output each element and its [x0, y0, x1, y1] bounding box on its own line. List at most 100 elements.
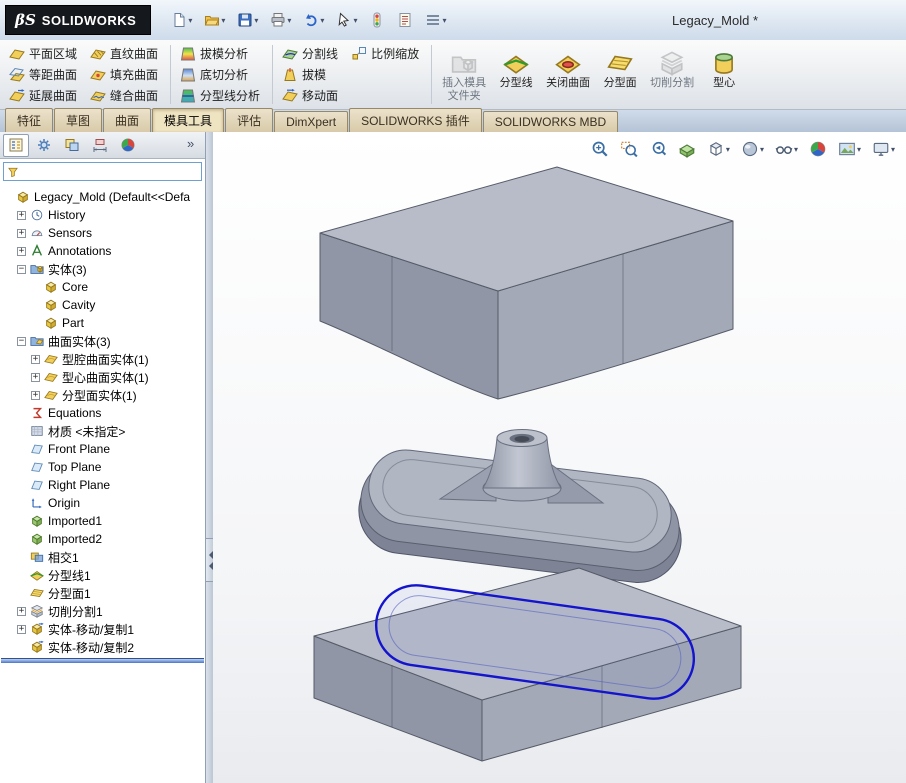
mold-folder-button[interactable]: 插入模具文件夹	[438, 45, 490, 104]
undo-icon	[303, 12, 319, 28]
scale-button[interactable]: 比例缩放	[347, 43, 426, 64]
hide-show-items-button[interactable]: ▾	[772, 138, 801, 160]
extend-surface-button[interactable]: 延展曲面	[5, 85, 84, 106]
tree-item-imported2[interactable]: Imported2	[0, 530, 205, 548]
new-document-button[interactable]: ▾	[167, 9, 196, 31]
plane-icon	[30, 478, 44, 492]
zoom-to-fit-button[interactable]	[588, 138, 612, 160]
tooling-split-icon	[659, 50, 685, 76]
tree-item-part[interactable]: Part	[0, 314, 205, 332]
planar-surface-button[interactable]: 平面区域	[5, 43, 84, 64]
tab-surfaces[interactable]: 曲面	[103, 108, 151, 132]
dimxpertmanager-tab[interactable]	[87, 134, 113, 157]
print-button[interactable]: ▾	[266, 9, 295, 31]
undo-button[interactable]: ▾	[299, 9, 328, 31]
featuremanager-tab[interactable]	[3, 134, 29, 157]
split-line-button[interactable]: 分割线	[278, 43, 345, 64]
expand-toggle[interactable]: +	[31, 391, 40, 400]
view-orientation-button[interactable]: ▾	[704, 138, 733, 160]
expand-toggle[interactable]: −	[17, 265, 26, 274]
tab-solidworks-mbd[interactable]: SOLIDWORKS MBD	[483, 111, 618, 132]
core-button[interactable]: 型心	[698, 45, 750, 104]
tree-item-cavity-surface-body[interactable]: + 型腔曲面实体(1)	[0, 350, 205, 368]
parting-surface-button[interactable]: 分型面	[594, 45, 646, 104]
move-face-button[interactable]: 移动面	[278, 85, 345, 106]
expand-toggle[interactable]: +	[31, 355, 40, 364]
tree-item-parting-surface-body[interactable]: + 分型面实体(1)	[0, 386, 205, 404]
expand-toggle[interactable]: +	[17, 607, 26, 616]
select-button[interactable]: ▾	[332, 9, 361, 31]
expand-toggle[interactable]: +	[17, 229, 26, 238]
molded-part[interactable]	[354, 430, 686, 588]
tree-item-origin[interactable]: Origin	[0, 494, 205, 512]
tree-item-intersect1[interactable]: 相交1	[0, 548, 205, 566]
previous-view-button[interactable]	[646, 138, 670, 160]
apply-scene-button[interactable]: ▾	[835, 138, 864, 160]
tab-dimxpert[interactable]: DimXpert	[274, 111, 348, 132]
tooling-split-button[interactable]: 切削分割	[646, 45, 698, 104]
tree-item-front-plane[interactable]: Front Plane	[0, 440, 205, 458]
zoom-to-area-button[interactable]	[617, 138, 641, 160]
save-button[interactable]: ▾	[233, 9, 262, 31]
view-settings-button[interactable]: ▾	[869, 138, 898, 160]
rebuild-button[interactable]	[365, 9, 389, 31]
tab-solidworks-addins[interactable]: SOLIDWORKS 插件	[349, 108, 482, 132]
titlebar: βS SOLIDWORKS ▾ ▾ ▾ ▾ ▾ ▾ ▾ Legacy_Mold …	[0, 0, 906, 41]
options-button[interactable]: ▾	[421, 9, 450, 31]
tree-item-parting-surface1[interactable]: 分型面1	[0, 584, 205, 602]
tree-item-right-plane[interactable]: Right Plane	[0, 476, 205, 494]
tab-evaluate[interactable]: 评估	[225, 108, 273, 132]
displaymanager-tab[interactable]	[115, 134, 141, 157]
draft-analysis-button[interactable]: 拔模分析	[176, 43, 267, 64]
tree-item-tooling-split1[interactable]: + 切削分割1	[0, 602, 205, 620]
shut-off-surface-button[interactable]: 关闭曲面	[542, 45, 594, 104]
tree-item-solid-bodies[interactable]: − 实体(3)	[0, 260, 205, 278]
undercut-analysis-button[interactable]: 底切分析	[176, 64, 267, 85]
tab-sketch[interactable]: 草图	[54, 108, 102, 132]
tree-item-top-plane[interactable]: Top Plane	[0, 458, 205, 476]
solidworks-logo-text: SOLIDWORKS	[42, 13, 137, 28]
tree-item-body-move-copy2[interactable]: 实体-移动/复制2	[0, 638, 205, 656]
tree-item-sensors[interactable]: + Sensors	[0, 224, 205, 242]
tree-item-material[interactable]: 材质 <未指定>	[0, 422, 205, 440]
section-view-button[interactable]	[675, 138, 699, 160]
parting-line-button[interactable]: 分型线	[490, 45, 542, 104]
tree-item-core[interactable]: Core	[0, 278, 205, 296]
expand-toggle[interactable]: +	[17, 247, 26, 256]
draft-button[interactable]: 拔模	[278, 64, 345, 85]
tree-filter-input[interactable]	[22, 164, 198, 179]
expand-toggle[interactable]: +	[31, 373, 40, 382]
file-properties-button[interactable]	[393, 9, 417, 31]
cavity-block[interactable]	[320, 167, 733, 399]
partingline-analysis-button[interactable]: 分型线分析	[176, 85, 267, 106]
tree-item-body-move-copy1[interactable]: + 实体-移动/复制1	[0, 620, 205, 638]
expand-toggle[interactable]: +	[17, 625, 26, 634]
propertymanager-tab[interactable]	[31, 134, 57, 157]
model-scene[interactable]	[213, 132, 906, 783]
expand-toggle[interactable]: +	[17, 211, 26, 220]
core-block[interactable]	[314, 568, 741, 761]
configurationmanager-tab[interactable]	[59, 134, 85, 157]
offset-surface-button[interactable]: 等距曲面	[5, 64, 84, 85]
tab-features[interactable]: 特征	[5, 108, 53, 132]
graphics-area[interactable]: ▾ ▾ ▾ ▾ ▾	[213, 132, 906, 783]
knit-surface-button[interactable]: 缝合曲面	[86, 85, 165, 106]
rollback-bar[interactable]	[1, 658, 204, 663]
expand-toggle[interactable]: −	[17, 337, 26, 346]
tree-item-surface-bodies[interactable]: − 曲面实体(3)	[0, 332, 205, 350]
tree-item-equations[interactable]: Equations	[0, 404, 205, 422]
tree-item-cavity[interactable]: Cavity	[0, 296, 205, 314]
filled-surface-button[interactable]: 填充曲面	[86, 64, 165, 85]
tree-item-annotations[interactable]: + Annotations	[0, 242, 205, 260]
panel-expand-chevron[interactable]: »	[183, 136, 198, 151]
tree-item-legacy-mold[interactable]: Legacy_Mold (Default<<Defa	[0, 188, 205, 206]
tree-item-core-surface-body[interactable]: + 型心曲面实体(1)	[0, 368, 205, 386]
display-style-button[interactable]: ▾	[738, 138, 767, 160]
edit-appearance-button[interactable]	[806, 138, 830, 160]
tree-item-imported1[interactable]: Imported1	[0, 512, 205, 530]
tree-item-history[interactable]: + History	[0, 206, 205, 224]
tree-item-parting-line1[interactable]: 分型线1	[0, 566, 205, 584]
tab-mold-tools[interactable]: 模具工具	[152, 108, 224, 132]
ruled-surface-button[interactable]: 直纹曲面	[86, 43, 165, 64]
open-button[interactable]: ▾	[200, 9, 229, 31]
